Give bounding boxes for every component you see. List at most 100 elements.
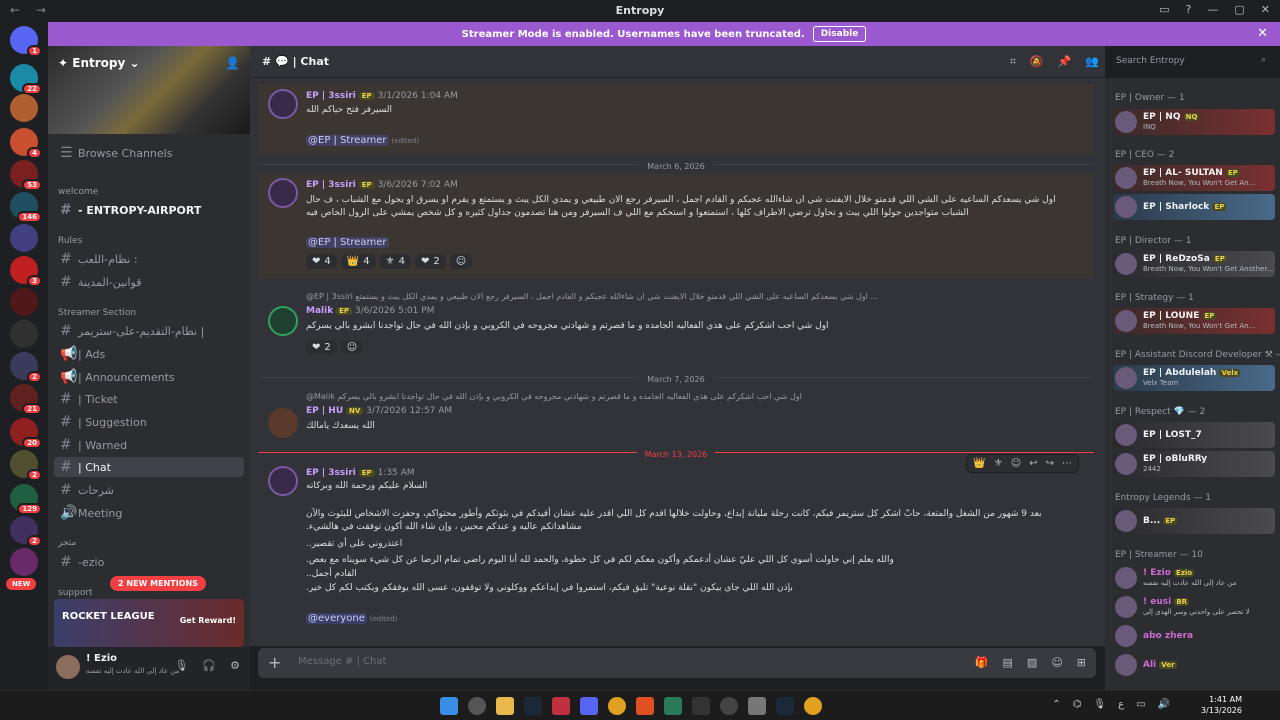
network-icon[interactable]: ⌬ [1073, 699, 1082, 710]
server-icon[interactable]: 53 [10, 160, 42, 191]
server-icon[interactable]: 4 [10, 128, 42, 159]
chrome-icon[interactable] [608, 697, 626, 715]
message[interactable]: EP | 3ssiri EP 1:35 AM السلام عليكم ورحم… [258, 462, 1094, 632]
member-item[interactable]: EP | oBluRRy 2442 [1113, 451, 1275, 477]
avatar[interactable] [268, 466, 298, 496]
sticker-icon[interactable]: ▨ [1027, 656, 1037, 669]
browse-channels[interactable]: ☰ Browse Channels [54, 143, 244, 163]
reaction-heart[interactable]: ❤ 4 [306, 254, 337, 269]
member-item[interactable]: EP | NQ NQ INQ [1113, 109, 1275, 135]
forward-icon[interactable]: ↪ [1046, 458, 1054, 469]
steam-icon[interactable] [776, 697, 794, 715]
more-icon[interactable]: ⋯ [1062, 458, 1072, 469]
avatar[interactable] [56, 655, 80, 679]
gift-icon[interactable]: 🎁 [975, 656, 989, 669]
add-reaction-icon[interactable]: ☺ [1011, 458, 1021, 469]
pin-icon[interactable]: 📌 [1058, 55, 1072, 69]
chrome-icon[interactable] [804, 697, 822, 715]
member-item[interactable]: EP | ReDzoSa EP Breath Now, You Won't Get… [1113, 251, 1275, 277]
attach-icon[interactable]: + [268, 653, 281, 672]
reply-preview[interactable]: @Malik اول شي احب اشكركم على هذي الفعالي… [306, 390, 1074, 403]
channel-announcements[interactable]: 📢 | Announcements [54, 367, 244, 387]
channel-airport[interactable]: # - ENTROPY-AIRPORT [54, 200, 244, 220]
member-item[interactable]: abo zhera [1113, 623, 1275, 649]
member-item[interactable]: ! eusi BR لا تحصر على واحدتي وسر الهدى إل… [1113, 594, 1275, 620]
steam-icon[interactable] [524, 697, 542, 715]
message[interactable]: @Malik اول شي احب اشكركم على هذي الفعالي… [258, 386, 1094, 446]
avatar[interactable] [268, 89, 298, 119]
channel-rules-city[interactable]: # قوانين-المدينة [54, 272, 244, 292]
member-item[interactable]: EP | LOUNE EP Breath Now, You Won't Get A… [1113, 308, 1275, 334]
avatar[interactable] [268, 306, 298, 336]
server-icon[interactable]: 129 [10, 484, 42, 515]
close-banner-icon[interactable]: ✕ [1257, 26, 1268, 41]
message[interactable]: EP | 3ssiri EP 3/1/2026 1:04 AM السيرفر … [258, 84, 1094, 154]
inbox-icon[interactable]: ▭ [1159, 3, 1169, 16]
reaction-icon[interactable]: 👑 [973, 458, 985, 469]
search-input[interactable]: Search Entropy ⌕ [1110, 52, 1272, 72]
app-icon[interactable] [552, 697, 570, 715]
reaction-crown[interactable]: 👑 4 [340, 254, 376, 269]
help-icon[interactable]: ? [1186, 3, 1192, 16]
member-item[interactable]: ! Ezio Ezio من عاد إلى الله عادت إليه نفس… [1113, 565, 1275, 591]
maximize-button[interactable]: ▢ [1234, 3, 1244, 16]
volume-icon[interactable]: 🔊 [1158, 699, 1170, 710]
reaction-icon[interactable]: ⚜ [994, 458, 1003, 469]
tray-chevron-icon[interactable]: ⌃ [1052, 699, 1060, 710]
app-icon[interactable] [692, 697, 710, 715]
add-reaction-button[interactable]: ☺ [340, 340, 364, 355]
discord-home-icon[interactable]: 1 [10, 26, 42, 57]
microphone-icon[interactable]: 🎙 [1093, 699, 1106, 710]
brave-icon[interactable] [636, 697, 654, 715]
server-icon[interactable]: 2 [10, 352, 42, 383]
server-icon[interactable]: 20 [10, 418, 42, 449]
threads-icon[interactable]: ⌗ [1010, 55, 1016, 69]
reply-preview[interactable]: @EP | 3ssiri اول شي يسعدكم الساعيه على ا… [306, 290, 1074, 303]
gif-icon[interactable]: ▤ [1003, 656, 1013, 669]
category-support[interactable]: support [58, 588, 93, 598]
member-item[interactable]: EP | Abdulelah Velx Velx Team [1113, 365, 1275, 391]
channel-ezio[interactable]: # -ezio [54, 552, 244, 572]
avatar[interactable] [268, 408, 298, 438]
channel-chat[interactable]: # | Chat [54, 457, 244, 477]
clock[interactable]: 1:41 AM 3/13/2026 [1201, 694, 1242, 716]
monitor-icon[interactable]: ▭ [1136, 699, 1145, 710]
new-mentions-pill[interactable]: 2 NEW MENTIONS [110, 576, 206, 591]
category-rules[interactable]: Rules [58, 236, 82, 246]
emoji-icon[interactable]: ☺ [1051, 656, 1062, 669]
microphone-icon[interactable]: 🎙 [174, 659, 188, 672]
bell-icon[interactable]: 🔕 [1030, 55, 1044, 69]
message[interactable]: EP | 3ssiri EP 3/6/2026 7:02 AM اول شي ي… [258, 174, 1094, 278]
server-icon[interactable] [10, 288, 38, 316]
reaction-custom[interactable]: ⚜ 4 [379, 254, 411, 269]
disable-streamer-mode-button[interactable]: Disable [812, 26, 867, 42]
server-icon[interactable]: 22 [10, 64, 42, 95]
guild-header[interactable]: ✦ Entropy ⌄ 👤 [48, 46, 250, 134]
server-icon[interactable] [10, 548, 38, 576]
avatar[interactable] [268, 178, 298, 208]
channel-suggestion[interactable]: # | Suggestion [54, 412, 244, 432]
get-reward-button[interactable]: Get Reward! [180, 616, 236, 625]
member-item[interactable]: EP | Sharlock EP [1113, 194, 1275, 220]
promo-banner[interactable]: ROCKET LEAGUE Get Reward! [54, 599, 244, 647]
message-composer[interactable]: + Message # | Chat 🎁 ▤ ▨ ☺ ⊞ [258, 648, 1096, 678]
app-icon[interactable] [748, 697, 766, 715]
app-icon[interactable] [664, 697, 682, 715]
member-item[interactable]: B... EP [1113, 508, 1275, 534]
minimize-button[interactable]: — [1207, 3, 1218, 16]
server-icon[interactable]: 2 [10, 516, 42, 547]
file-explorer-icon[interactable] [496, 697, 514, 715]
language-icon[interactable]: ع [1118, 699, 1124, 710]
new-servers-pill[interactable]: NEW [6, 578, 37, 590]
start-icon[interactable] [440, 697, 458, 715]
reaction-heart[interactable]: ❤ 2 [414, 254, 446, 269]
add-reaction-button[interactable]: ☺ [449, 254, 473, 269]
member-item[interactable]: EP | AL- SULTAN EP Breath Now, You Won't … [1113, 165, 1275, 191]
invite-icon[interactable]: 👤 [225, 56, 240, 70]
headphones-icon[interactable]: 🎧 [202, 659, 216, 672]
category-welcome[interactable]: welcome [58, 187, 98, 197]
close-window-button[interactable]: ✕ [1261, 3, 1270, 16]
channel-rules-game[interactable]: # نظام-اللعب : [54, 249, 244, 269]
discord-icon[interactable] [580, 697, 598, 715]
channel-ticket[interactable]: # | Ticket [54, 389, 244, 409]
